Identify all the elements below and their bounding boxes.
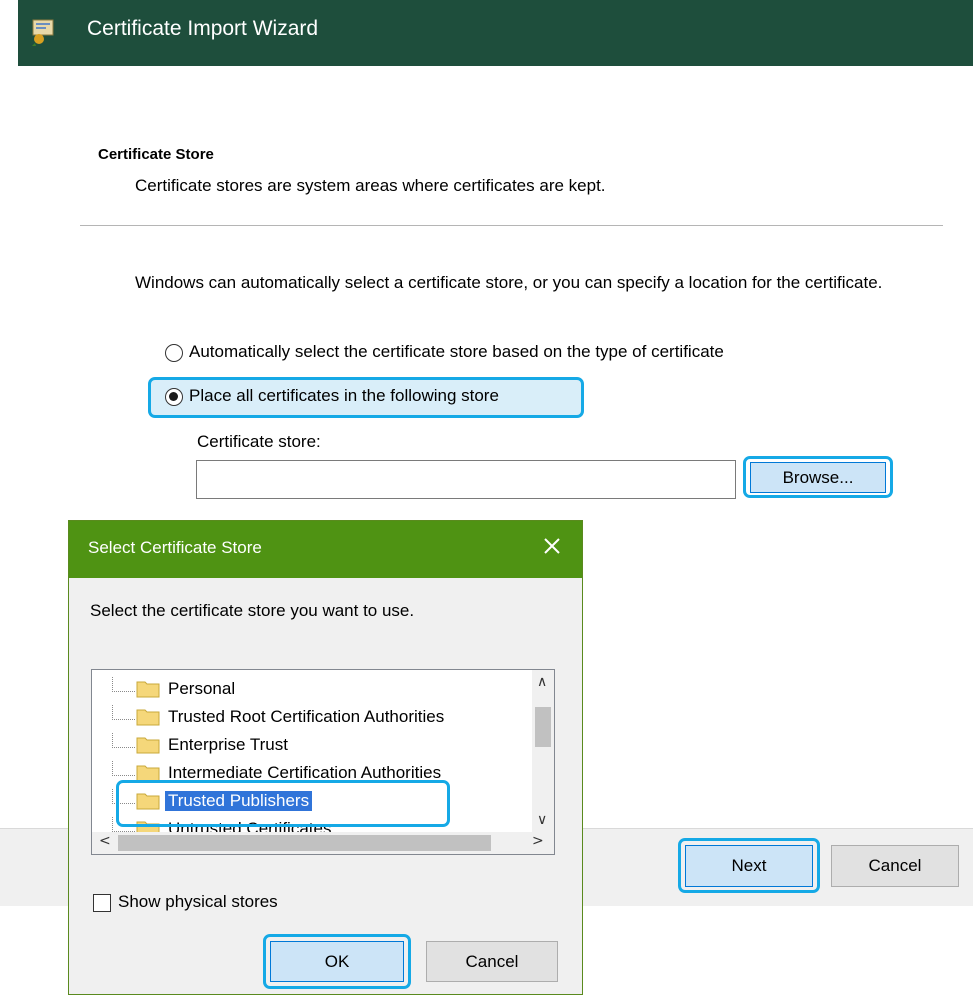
scroll-up-icon[interactable]: ∧ [537,674,547,690]
wizard-title-bar: Certificate Import Wizard [18,0,973,66]
tree-item-enterprise-trust[interactable]: Enterprise Trust [92,733,532,761]
ok-button[interactable]: OK [270,941,404,982]
highlight-trusted-publishers [116,780,450,827]
tree-item-label: Trusted Root Certification Authorities [168,707,445,726]
certificate-store-label: Certificate store: [197,432,321,451]
dialog-title-bar: Select Certificate Store [69,521,582,578]
horizontal-scrollbar[interactable]: < > [92,832,554,854]
dialog-cancel-button[interactable]: Cancel [426,941,558,982]
next-button[interactable]: Next [685,845,813,887]
section-title: Certificate Store [98,146,214,163]
certificate-store-input[interactable] [196,460,736,499]
tree-item-trusted-root[interactable]: Trusted Root Certification Authorities [92,705,532,733]
show-physical-checkbox[interactable] [93,894,111,912]
radio-place-all[interactable] [165,388,183,406]
radio-place-all-label[interactable]: Place all certificates in the following … [189,386,499,406]
wizard-title: Certificate Import Wizard [87,17,319,40]
scroll-left-icon[interactable]: < [99,833,111,849]
browse-button[interactable]: Browse... [750,462,886,493]
scroll-thumb[interactable] [535,707,551,747]
scroll-thumb[interactable] [118,835,491,851]
tree-item-personal[interactable]: Personal [92,677,532,705]
scroll-right-icon[interactable]: > [532,833,544,849]
tree-item-label: Personal [168,679,236,698]
wizard-cancel-button[interactable]: Cancel [831,845,959,887]
section-description: Certificate stores are system areas wher… [135,176,606,195]
dialog-title: Select Certificate Store [88,538,262,557]
folder-icon [136,737,160,754]
divider [80,225,943,226]
radio-auto-select-label[interactable]: Automatically select the certificate sto… [189,342,724,362]
select-certificate-store-dialog: Select Certificate Store Select the cert… [68,520,583,995]
dialog-prompt: Select the certificate store you want to… [90,601,415,620]
close-icon[interactable] [539,533,565,559]
certificate-wizard-icon [32,19,54,46]
radio-auto-select[interactable] [165,344,183,362]
intro-text: Windows can automatically select a certi… [135,273,883,292]
show-physical-label[interactable]: Show physical stores [118,892,278,912]
folder-icon [136,709,160,726]
scroll-down-icon[interactable]: ∨ [537,812,547,828]
store-tree[interactable]: Personal Trusted Root Certification Auth… [91,669,555,855]
tree-item-label: Enterprise Trust [168,735,288,754]
folder-icon [136,681,160,698]
vertical-scrollbar[interactable]: ∧ ∨ [532,670,554,833]
